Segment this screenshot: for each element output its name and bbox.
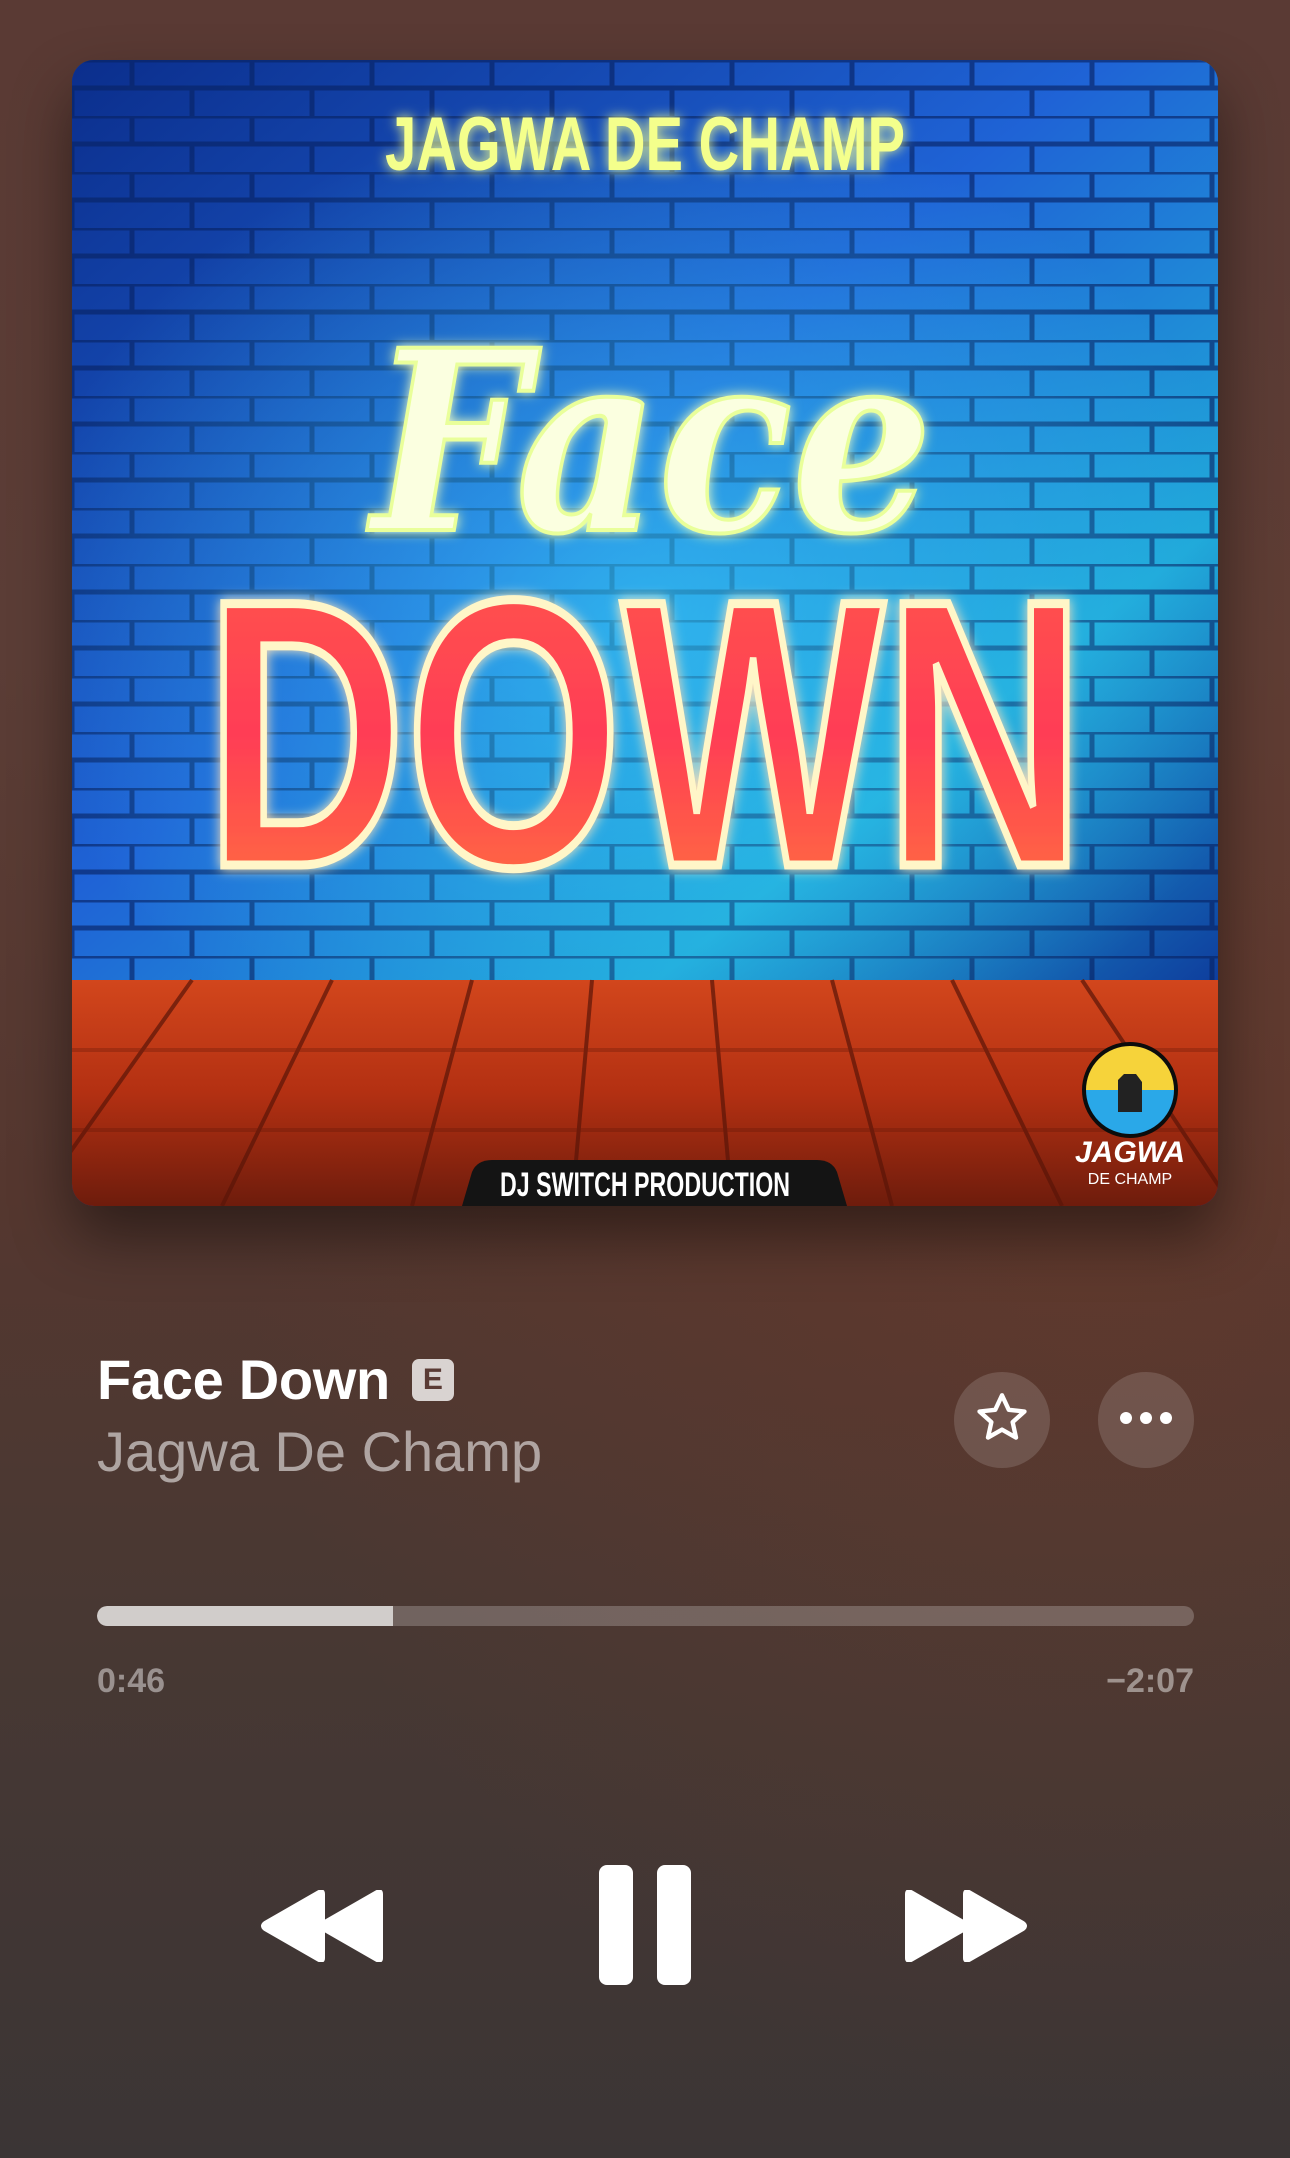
logo-text: JAGWA	[1075, 1136, 1185, 1169]
star-outline-icon	[973, 1389, 1031, 1452]
artwork-footer-text: DJ SWITCH PRODUCTION	[500, 1166, 790, 1204]
pause-icon	[599, 1864, 691, 1990]
previous-button[interactable]	[258, 1880, 388, 1976]
ellipsis-icon	[1118, 1410, 1174, 1431]
next-button[interactable]	[900, 1880, 1030, 1976]
artwork-title-script: Face	[367, 295, 932, 589]
track-title: Face Down	[97, 1348, 390, 1411]
scrubber-progress	[97, 1606, 394, 1626]
remaining-time: −2:07	[1106, 1662, 1194, 1700]
forward-icon	[903, 1888, 1027, 1967]
elapsed-time: 0:46	[97, 1662, 166, 1700]
track-title-row: Face Down E	[97, 1352, 454, 1408]
playback-scrubber[interactable]	[97, 1606, 1194, 1626]
logo-subtext: DE CHAMP	[1088, 1171, 1172, 1188]
favorite-button[interactable]	[954, 1372, 1050, 1468]
more-options-button[interactable]	[1098, 1372, 1194, 1468]
pause-button[interactable]	[590, 1862, 700, 1992]
album-artwork[interactable]: JAGWA DE CHAMP DOWN Face DJ SWITCH PRODU…	[72, 60, 1218, 1206]
artist-logo: JAGWA DE CHAMP	[1075, 1042, 1185, 1188]
track-artist[interactable]: Jagwa De Champ	[97, 1424, 542, 1480]
artwork-header-text: JAGWA DE CHAMP	[385, 102, 905, 187]
explicit-badge: E	[411, 1359, 454, 1401]
backward-icon	[261, 1888, 385, 1967]
